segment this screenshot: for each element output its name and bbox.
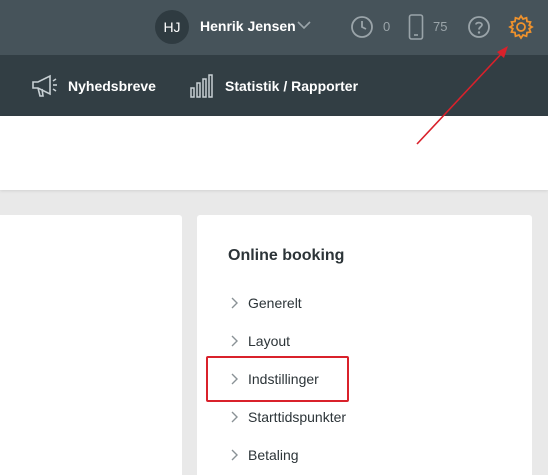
megaphone-icon [32, 74, 57, 97]
nav-label-newsletters: Nyhedsbreve [68, 77, 156, 94]
clock-icon[interactable] [350, 15, 374, 39]
menu-label: Generelt [248, 295, 302, 311]
chevron-down-icon[interactable] [297, 20, 311, 30]
chevron-right-icon [231, 449, 238, 461]
menu-label: Starttidspunkter [248, 409, 347, 425]
menu-item-starttidspunkter[interactable]: Starttidspunkter [229, 406, 346, 428]
menu-item-betaling[interactable]: Betaling [229, 444, 299, 466]
nav-item-statistics[interactable]: Statistik / Rapporter [189, 55, 358, 116]
menu-item-generelt[interactable]: Generelt [229, 292, 302, 314]
annotation-highlight-box [206, 356, 349, 402]
card-title: Online booking [228, 247, 345, 264]
chevron-right-icon [231, 297, 238, 309]
help-icon[interactable] [467, 15, 491, 39]
gear-icon[interactable] [508, 14, 534, 40]
chevron-right-icon [231, 411, 238, 423]
page-header [0, 116, 548, 190]
left-card [0, 215, 182, 475]
device-count: 75 [433, 19, 448, 34]
avatar[interactable]: HJ [155, 10, 189, 44]
menu-label: Layout [248, 333, 291, 349]
user-name[interactable]: Henrik Jensen [200, 18, 296, 34]
bar-chart-icon [190, 73, 213, 98]
menu-label: Betaling [248, 447, 299, 463]
chevron-right-icon [231, 335, 238, 347]
mobile-phone-icon[interactable] [408, 14, 424, 40]
online-booking-card: Online booking Generelt Layout Indstilli… [197, 215, 532, 475]
top-bar: HJ Henrik Jensen 0 75 [0, 0, 548, 55]
clock-count: 0 [383, 19, 391, 34]
nav-label-statistics: Statistik / Rapporter [225, 77, 359, 94]
menu-item-layout[interactable]: Layout [229, 330, 290, 352]
nav-item-newsletters[interactable]: Nyhedsbreve [30, 55, 156, 116]
nav-bar: Nyhedsbreve Statistik / Rapporter [0, 55, 548, 116]
